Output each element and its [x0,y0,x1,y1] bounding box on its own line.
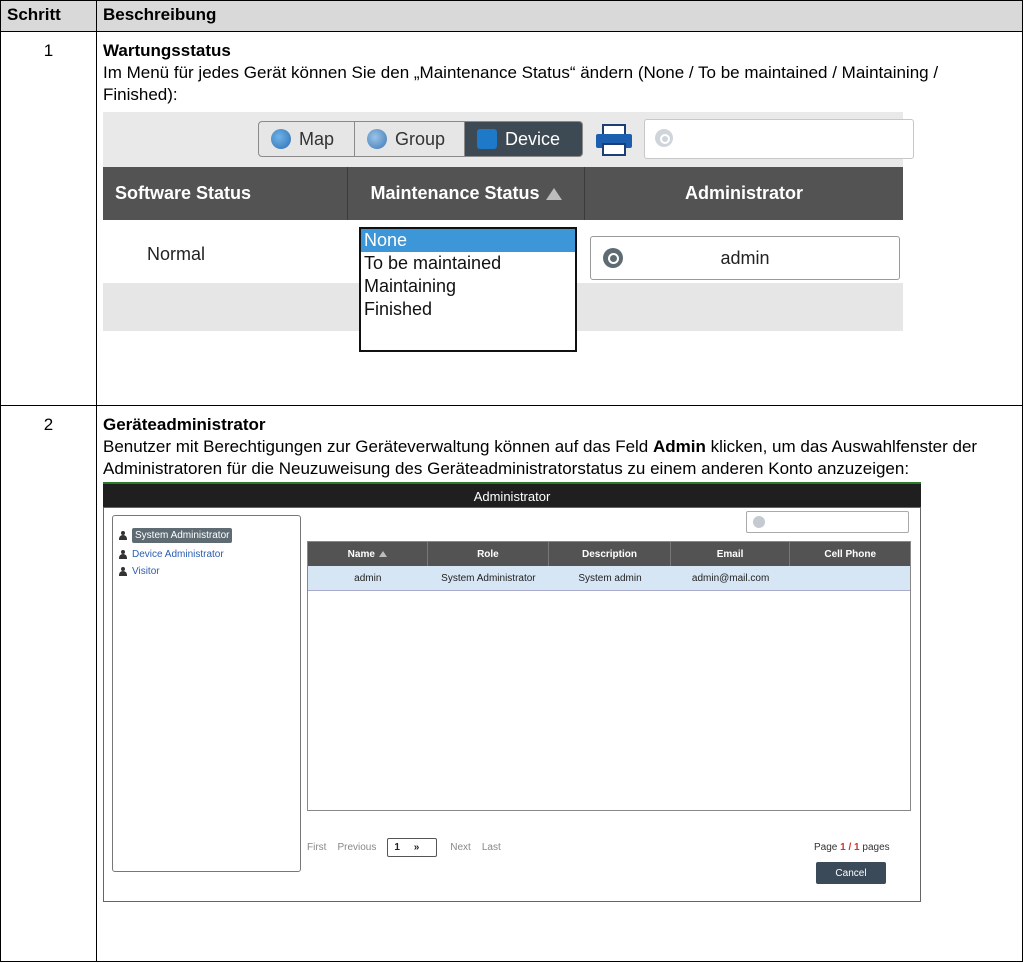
option-maintaining[interactable]: Maintaining [361,275,575,298]
device-icon [477,129,497,149]
pager-previous[interactable]: Previous [337,842,376,853]
pagination: First Previous 1 » Next Last [307,838,512,857]
admin-value: admin [720,248,770,268]
nav-device-button[interactable]: Device [465,121,583,157]
nav-map-label: Map [299,128,335,149]
user-icon [119,550,127,559]
col-cell-phone[interactable]: Cell Phone [790,542,910,566]
option-finished[interactable]: Finished [361,298,575,321]
status-table-header: Software Status Maintenance Status Admin… [103,167,903,220]
group-icon [367,129,387,149]
search-icon [655,129,673,147]
admin-table: Name Role Description Email Cell Phone a… [307,541,911,811]
cell-email: admin@mail.com [691,572,770,584]
administrator-dialog-screenshot: Administrator System Administrator Devic… [103,482,921,902]
step-text: Im Menü für jedes Gerät können Sie den „… [103,63,939,104]
step-1-cell: Wartungsstatus Im Menü für jedes Gerät k… [96,31,1023,406]
role-list: System Administrator Device Administrato… [112,515,301,872]
col-maintenance-status[interactable]: Maintenance Status [348,167,585,220]
search-icon [753,516,765,528]
search-input[interactable] [746,511,909,533]
cell-name: admin [354,572,382,584]
chevron-down-icon: » [413,842,420,853]
step-title: Geräteadministrator [103,415,266,434]
admin-table-header: Name Role Description Email Cell Phone [308,542,910,566]
role-system-administrator[interactable]: System Administrator [119,528,233,543]
page-info: Page 1 / 1 pages [814,842,890,853]
dialog-body: System Administrator Device Administrato… [103,507,921,902]
step-number: 2 [0,405,97,962]
header-step: Schritt [0,0,97,32]
globe-icon [271,129,291,149]
cancel-button[interactable]: Cancel [816,862,886,884]
pager-next[interactable]: Next [450,842,471,853]
maintenance-status-dropdown[interactable]: None To be maintained Maintaining Finish… [359,227,577,352]
cell-cell-phone [790,566,910,590]
nav-map-button[interactable]: Map [258,121,355,157]
admin-keyword: Admin [653,437,706,456]
step-text: Benutzer mit Berechtigungen zur Geräteve… [103,437,978,478]
col-software-status[interactable]: Software Status [103,167,348,220]
maintenance-status-screenshot: Map Group Device Software Status Mainten… [103,112,914,386]
role-device-administrator[interactable]: Device Administrator [119,549,224,560]
col-description[interactable]: Description [549,542,671,566]
col-name[interactable]: Name [308,542,428,566]
option-none[interactable]: None [361,229,575,252]
pager-first[interactable]: First [307,842,326,853]
nav-group-button[interactable]: Group [355,121,465,157]
software-status-value: Normal [147,244,206,264]
col-role[interactable]: Role [428,542,550,566]
nav-device-label: Device [505,128,561,149]
user-icon [119,567,127,576]
user-icon [119,531,127,540]
sort-asc-icon [378,551,387,557]
search-input[interactable] [644,119,914,159]
dialog-title: Administrator [103,482,921,507]
step-title: Wartungsstatus [103,41,231,60]
pager-last[interactable]: Last [482,842,501,853]
option-to-be-maintained[interactable]: To be maintained [361,252,575,275]
step-number: 1 [0,31,97,406]
cell-description: System admin [578,572,642,584]
col-administrator[interactable]: Administrator [585,167,903,220]
role-visitor[interactable]: Visitor [119,566,160,577]
step-2-cell: Geräteadministrator Benutzer mit Berecht… [96,405,1023,962]
table-row[interactable]: admin System Administrator System admin … [308,566,910,591]
header-description: Beschreibung [96,0,1023,32]
nav-group-label: Group [395,128,446,149]
page-select[interactable]: 1 » [387,838,438,857]
toolbar: Map Group Device [103,112,914,167]
steps-table: Schritt Beschreibung 1 Wartungsstatus Im… [0,0,1023,962]
col-email[interactable]: Email [671,542,791,566]
sort-asc-icon [545,187,562,200]
printer-icon[interactable] [594,124,634,156]
admin-field[interactable]: admin [590,236,900,280]
col-maintenance-label: Maintenance Status [370,183,540,203]
cell-role: System Administrator [441,572,536,584]
